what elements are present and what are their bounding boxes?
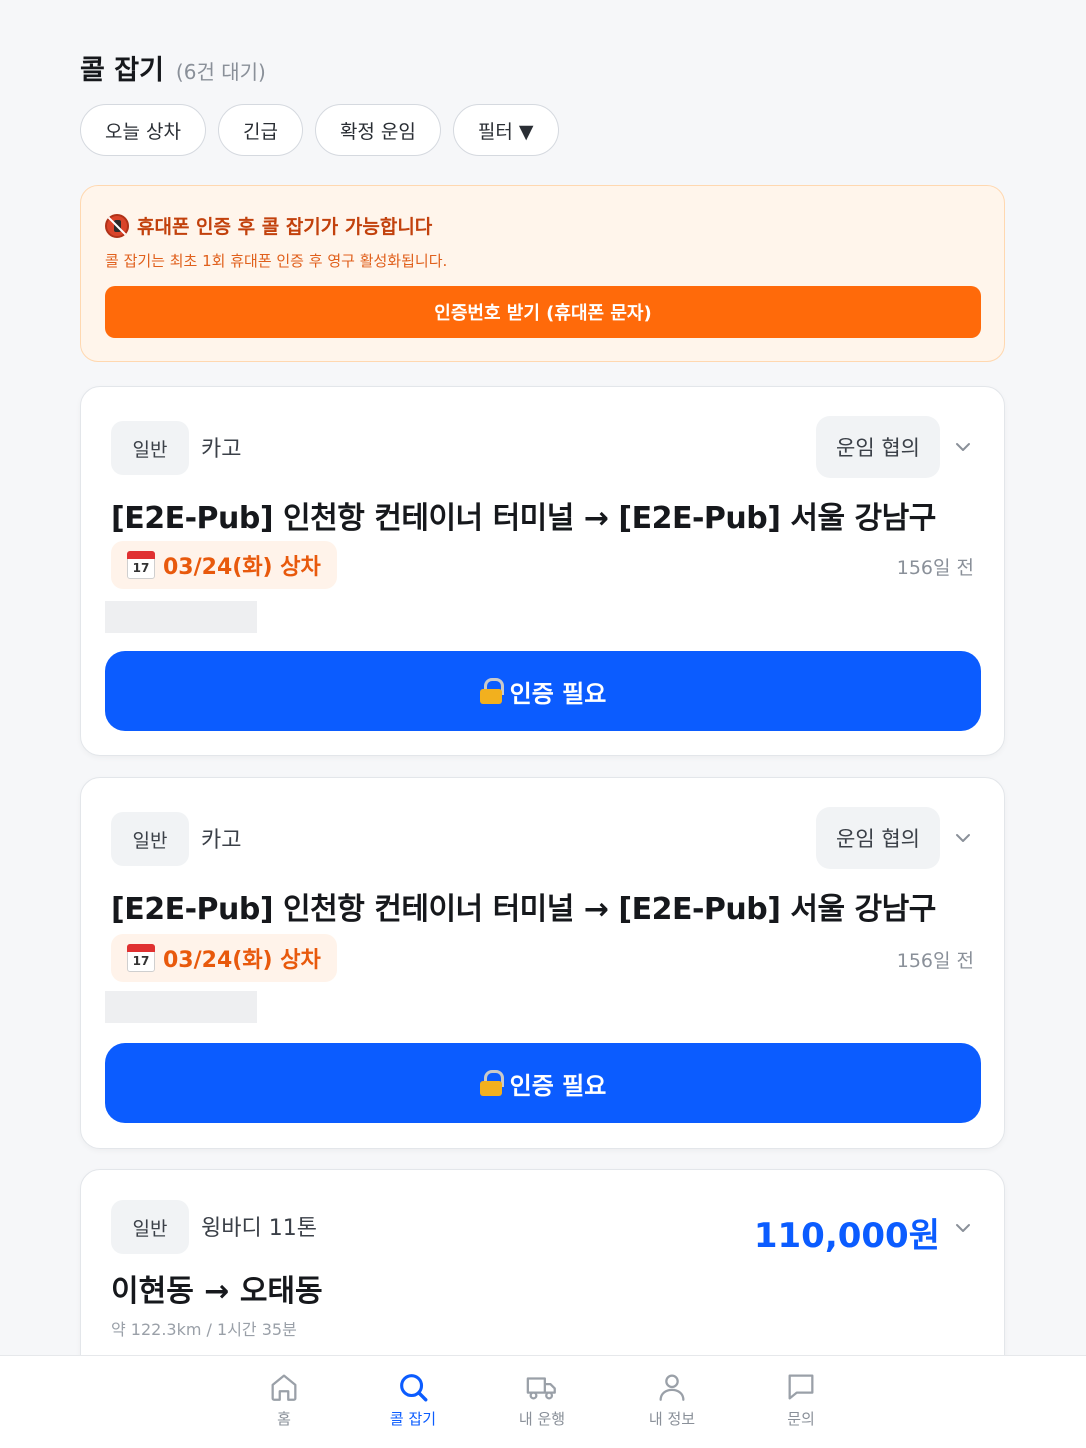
page-title: 콜 잡기 [80,55,164,86]
phone-verification-alert: 휴대폰 인증 후 콜 잡기가 가능합니다 콜 잡기는 최초 1회 휴대폰 인증 … [80,185,1005,362]
auth-button-label: 인증 필요 [509,1071,607,1100]
search-icon [400,1374,428,1402]
calendar-icon-day: 17 [132,954,150,968]
call-type-tag: 일반 [111,1200,189,1254]
no-mobile-phone-icon [105,213,129,238]
alert-title-row: 휴대폰 인증 후 콜 잡기가 가능합니다 [105,212,432,239]
call-card[interactable]: 일반 카고 운임 협의 [E2E-Pub] 인천항 컨테이너 터미널 → [E2… [80,777,1005,1149]
distance-duration: 약 122.3km / 1시간 35분 [111,1320,297,1339]
call-list-page: 콜 잡기 (6건 대기) 오늘 상차 긴급 확정 운임 필터 ▼ 휴대폰 인증 … [0,0,1086,1448]
alert-subtitle: 콜 잡기는 최초 1회 휴대폰 인증 후 영구 활성화됩니다. [105,252,448,270]
nav-home[interactable]: 홈 [234,1370,334,1429]
loading-date: 03/24(화) 상차 [163,948,321,973]
vehicle-type: 카고 [201,828,242,853]
page-header: 콜 잡기 (6건 대기) [80,48,266,87]
loading-date: 03/24(화) 상차 [163,555,321,580]
chip-urgent[interactable]: 긴급 [217,104,303,156]
auth-button-label: 인증 필요 [509,679,607,708]
calendar-icon: 17 [127,944,155,972]
hidden-info-placeholder [105,601,257,633]
calendar-icon: 17 [127,551,155,579]
home-icon [271,1374,297,1401]
posted-ago: 156일 전 [896,557,974,579]
fare-price: 110,000원 [753,1216,940,1256]
alert-title: 휴대폰 인증 후 콜 잡기가 가능합니다 [137,216,433,238]
vehicle-type: 윙바디 11톤 [201,1216,317,1241]
chip-filter[interactable]: 필터 ▼ [452,104,559,156]
loading-date-badge: 17 03/24(화) 상차 [111,541,337,589]
call-card[interactable]: 일반 카고 운임 협의 [E2E-Pub] 인천항 컨테이너 터미널 → [E2… [80,386,1005,756]
nav-call-label: 콜 잡기 [389,1410,437,1428]
lock-icon [479,1070,504,1096]
nav-inquiry[interactable]: 문의 [751,1370,851,1429]
user-icon [659,1374,685,1401]
nav-inquiry-label: 문의 [787,1410,815,1428]
bottom-navigation: 홈 콜 잡기 내 운행 내 정보 문의 [0,1355,1086,1448]
waiting-count: (6건 대기) [175,60,266,84]
filter-chips: 오늘 상차 긴급 확정 운임 필터 ▼ [80,104,559,156]
nav-my-info-label: 내 정보 [648,1410,696,1428]
nav-my-trips[interactable]: 내 운행 [492,1370,592,1429]
chevron-down-icon[interactable] [951,1216,975,1240]
lock-icon [479,678,504,704]
call-type-tag: 일반 [111,812,189,866]
nav-home-label: 홈 [277,1410,291,1428]
chip-fixed-fare[interactable]: 확정 운임 [314,104,441,156]
calendar-icon-day: 17 [132,561,150,575]
route: [E2E-Pub] 인천항 컨테이너 터미널 → [E2E-Pub] 서울 강남… [111,892,936,927]
vehicle-type: 카고 [201,437,242,462]
chip-today-loading[interactable]: 오늘 상차 [80,104,206,156]
verification-required-button[interactable]: 인증 필요 [105,1043,981,1123]
chat-icon [788,1374,814,1400]
hidden-info-placeholder [105,991,257,1023]
fare-negotiable-badge: 운임 협의 [816,416,940,478]
call-type-tag: 일반 [111,421,189,475]
nav-call[interactable]: 콜 잡기 [363,1370,463,1429]
chevron-down-icon[interactable] [951,826,975,850]
nav-my-info[interactable]: 내 정보 [622,1370,722,1429]
posted-ago: 156일 전 [896,950,974,972]
truck-icon [526,1377,556,1400]
loading-date-badge: 17 03/24(화) 상차 [111,934,337,982]
route: 이현동 → 오태동 [111,1274,323,1309]
route: [E2E-Pub] 인천항 컨테이너 터미널 → [E2E-Pub] 서울 강남… [111,501,936,536]
verification-required-button[interactable]: 인증 필요 [105,651,981,731]
nav-my-trips-label: 내 운행 [518,1410,566,1428]
request-code-button[interactable]: 인증번호 받기 (휴대폰 문자) [105,286,981,338]
fare-negotiable-badge: 운임 협의 [816,807,940,869]
chevron-down-icon[interactable] [951,435,975,459]
